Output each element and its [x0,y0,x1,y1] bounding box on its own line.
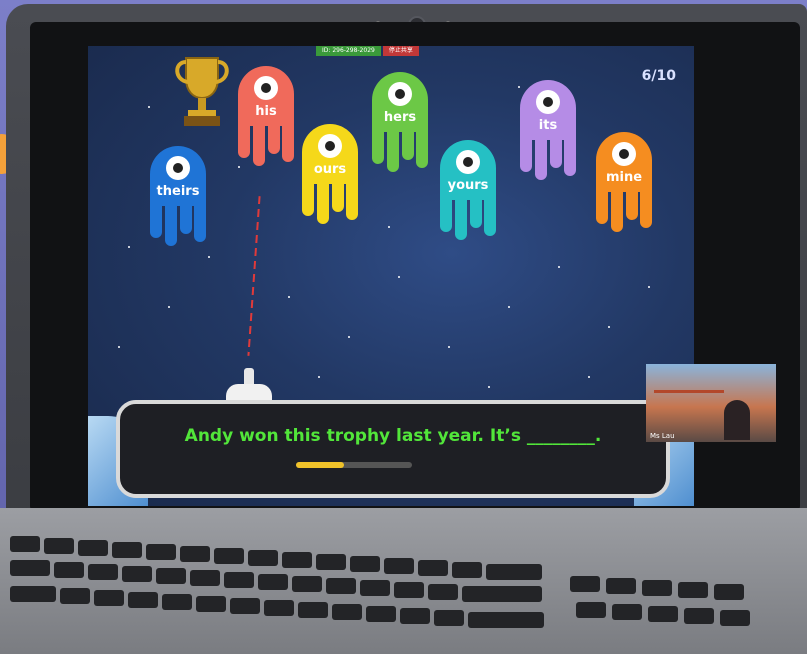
webcam-tile[interactable]: Ms Lau [646,364,776,442]
monster-word: theirs [156,184,200,199]
stop-share-button[interactable]: 停止共享 [382,46,419,56]
meeting-id: ID: 296-298-2029 [316,46,381,56]
monster-its[interactable]: its [520,80,576,180]
screen-share-toolbar: ID: 296-298-2029 停止共享 [316,46,456,56]
bridge-background [654,390,724,417]
game-screen[interactable]: ID: 296-298-2029 停止共享 6/10 his hers its … [88,46,694,506]
aim-laser [247,196,261,356]
monster-word: his [255,104,277,119]
monster-word: mine [605,170,643,185]
question-timer-bar [296,462,412,468]
question-text: Andy won this trophy last year. It’s ___… [184,426,602,446]
keyboard [10,536,807,654]
monster-his[interactable]: his [238,66,294,166]
trophy-icon [175,57,229,126]
monster-mine[interactable]: mine [596,132,652,232]
monster-word: ours [313,162,347,177]
monster-word: its [538,118,558,133]
question-panel: Andy won this trophy last year. It’s ___… [116,400,670,498]
monster-hers[interactable]: hers [372,72,428,172]
monster-theirs[interactable]: theirs [150,146,206,246]
monster-ours[interactable]: ours [302,124,358,224]
monster-word: yours [447,178,489,193]
monster-word: hers [383,110,417,125]
participant-name: Ms Lau [650,432,675,440]
monster-yours[interactable]: yours [440,140,496,240]
question-counter: 6/10 [641,68,676,84]
participant-avatar [724,400,750,440]
